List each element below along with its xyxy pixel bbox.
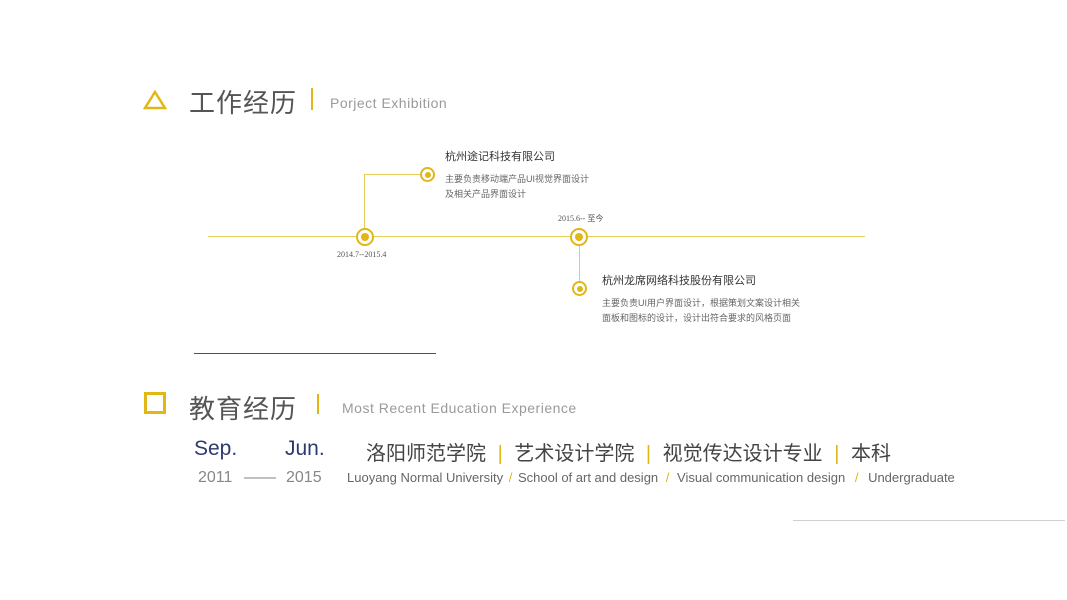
section-divider: [194, 353, 436, 354]
education-cn-line: 洛阳师范学院 | 艺术设计学院 | 视觉传达设计专业 | 本科: [366, 437, 891, 466]
title-divider: [311, 88, 313, 110]
work-section-subtitle: Porject Exhibition: [330, 95, 448, 111]
education-section-title: 教育经历: [189, 394, 298, 424]
square-icon: [144, 392, 166, 414]
job-description-line: 主要负责UI用户界面设计，根据策划文案设计相关: [602, 298, 801, 308]
college-name-en: School of art and design: [517, 470, 659, 485]
separator: /: [665, 470, 670, 485]
job-description-line: 面板和图标的设计，设计出符合要求的风格页面: [602, 313, 792, 323]
start-month: Sep.: [194, 437, 238, 460]
company-name: 杭州龙席网络科技股份有限公司: [602, 275, 756, 287]
timeline-node: [356, 228, 374, 246]
education-en-line: Luoyang Normal University / School of ar…: [347, 470, 955, 485]
triangle-icon: [143, 90, 167, 110]
entry-marker: [572, 281, 587, 296]
major-name-en: Visual communication design: [677, 470, 846, 485]
degree-name-en: Undergraduate: [868, 470, 955, 485]
end-year: 2015: [286, 469, 322, 486]
footer-divider: [793, 520, 1065, 521]
start-year: 2011: [198, 469, 233, 486]
school-name-en: Luoyang Normal University: [347, 470, 504, 485]
timeline-node: [570, 228, 588, 246]
major-name: 视觉传达设计专业: [662, 443, 823, 465]
title-divider: [317, 394, 319, 414]
connector-vertical: [364, 174, 365, 236]
timeline-axis: [208, 236, 865, 237]
degree-name: 本科: [850, 443, 891, 465]
job-description-line: 及相关产品界面设计: [445, 189, 527, 199]
separator: |: [497, 443, 503, 465]
college-name: 艺术设计学院: [514, 443, 635, 465]
company-name: 杭州途记科技有限公司: [445, 151, 555, 163]
separator: |: [834, 443, 840, 465]
connector-horizontal: [364, 174, 420, 175]
work-section-title: 工作经历: [189, 88, 298, 118]
school-name: 洛阳师范学院: [366, 443, 486, 465]
job-date: 2014.7--2015.4: [337, 250, 387, 259]
separator: /: [508, 470, 513, 485]
end-month: Jun.: [285, 437, 325, 460]
entry-marker: [420, 167, 435, 182]
job-description-line: 主要负责移动端产品UI视觉界面设计: [445, 174, 590, 184]
job-date: 2015.6-- 至今: [558, 214, 604, 223]
year-dash: ——: [244, 469, 276, 486]
separator: |: [645, 443, 652, 465]
education-section-subtitle: Most Recent Education Experience: [342, 400, 577, 416]
separator: /: [854, 470, 859, 485]
